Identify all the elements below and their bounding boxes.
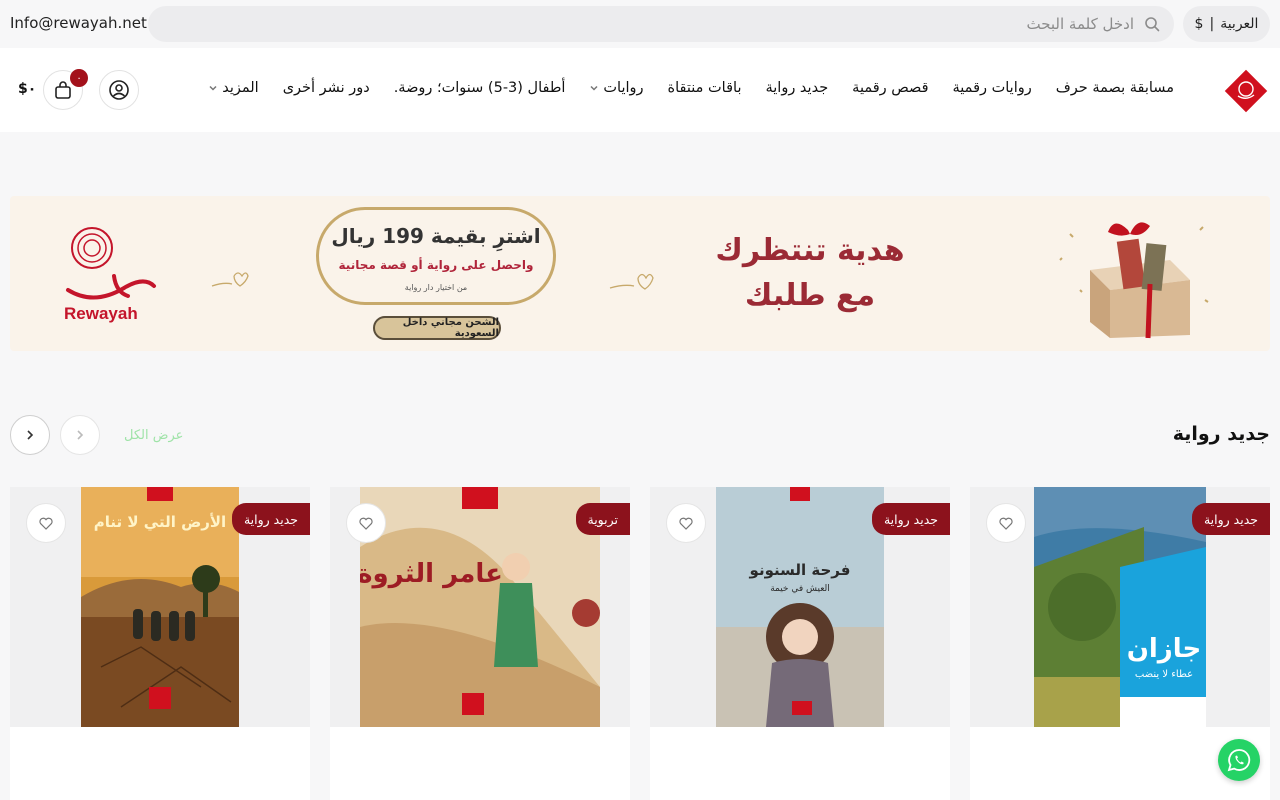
nav-item-bundles[interactable]: باقات منتقاة — [656, 80, 754, 96]
chevron-right-icon — [77, 430, 84, 440]
offer-line-3: من اختيار دار رواية — [404, 283, 468, 292]
separator: | — [1209, 16, 1215, 32]
svg-text:جازان: جازان — [1127, 634, 1202, 664]
top-bar: Info@rewayah.net ادخل كلمة البحث العربية… — [0, 0, 1280, 48]
whatsapp-chat-button[interactable] — [1218, 739, 1260, 781]
search-input[interactable]: ادخل كلمة البحث — [1026, 15, 1134, 33]
currency-label: $ — [1194, 16, 1204, 32]
product-info — [330, 727, 630, 800]
section-title: جديد رواية — [1172, 423, 1270, 445]
nav-item-new-rewayah[interactable]: جديد رواية — [753, 80, 840, 96]
chevron-down-icon — [590, 85, 598, 91]
nav-item-digital-stories[interactable]: قصص رقمية — [840, 80, 940, 96]
contact-email-link[interactable]: Info@rewayah.net — [10, 14, 147, 32]
carousel-next-button[interactable] — [10, 415, 50, 455]
carousel-prev-button[interactable] — [60, 415, 100, 455]
free-shipping-pill: الشحن مجاني داخل السعودية — [373, 316, 501, 340]
wishlist-button[interactable] — [26, 503, 66, 543]
heart-icon — [39, 517, 53, 530]
gift-box-illustration — [1059, 222, 1209, 339]
nav-item-kids[interactable]: أطفال (3-5) سنوات؛ روضة. — [382, 80, 578, 96]
nav-menu: مسابقة بصمة حرف روايات رقمية قصص رقمية ج… — [196, 80, 1186, 96]
cart-total: $٠ — [18, 81, 37, 97]
whatsapp-icon — [1227, 749, 1251, 772]
svg-text:عامر الثروة: عامر الثروة — [360, 559, 503, 589]
promo-banner[interactable]: Rewayah اشترِ بقيمة 199 ريال واحصل على ر… — [10, 196, 1270, 351]
rewayah-logo[interactable] — [1221, 66, 1271, 116]
product-card[interactable]: الأرض التي لا تنام جديد رواية — [10, 487, 310, 800]
offer-line-1: اشترِ بقيمة 199 ريال — [331, 224, 541, 248]
heart-icon — [999, 517, 1013, 530]
heart-icon — [679, 517, 693, 530]
product-card[interactable]: عامر الثروة تربوية — [330, 487, 630, 800]
shopping-bag-icon — [55, 81, 71, 99]
svg-text:عطاء لا ينضب: عطاء لا ينضب — [1135, 669, 1193, 680]
book-cover-jazan: جازان عطاء لا ينضب — [1034, 487, 1206, 727]
wishlist-button[interactable] — [986, 503, 1026, 543]
cart-count-badge: ٠ — [70, 69, 88, 87]
svg-text:الأرض التي لا تنام: الأرض التي لا تنام — [94, 513, 226, 531]
search-icon[interactable] — [1144, 16, 1160, 32]
language-currency-selector[interactable]: العربية | $ — [1183, 6, 1270, 42]
gift-headline: هدية تنتظرك مع طلبك — [715, 233, 905, 313]
product-card[interactable]: فرحة السنونو العيش في خيمة جديد رواية — [650, 487, 950, 800]
book-cover-amer: عامر الثروة — [360, 487, 600, 727]
view-all-link[interactable]: عرض الكل — [124, 428, 183, 443]
book-cover-swallow: فرحة السنونو العيش في خيمة — [716, 487, 884, 727]
wishlist-button[interactable] — [666, 503, 706, 543]
language-label: العربية — [1220, 16, 1259, 32]
heart-icon — [359, 517, 373, 530]
product-tag: تربوية — [575, 503, 630, 535]
product-info — [650, 727, 950, 800]
product-tag: جديد رواية — [231, 503, 310, 535]
offer-line-2: واحصل على رواية أو قصة مجانية — [338, 258, 534, 272]
offer-oval: اشترِ بقيمة 199 ريال واحصل على رواية أو … — [316, 207, 556, 305]
heart-doodle-icon — [609, 273, 654, 290]
user-icon — [109, 80, 129, 100]
nav-item-competition[interactable]: مسابقة بصمة حرف — [1044, 80, 1186, 96]
product-info — [10, 727, 310, 800]
nav-item-digital-novels[interactable]: روايات رقمية — [941, 80, 1044, 96]
account-button[interactable] — [99, 70, 139, 110]
heart-doodle-icon — [211, 272, 249, 287]
nav-item-more[interactable]: المزيد — [196, 80, 270, 96]
chevron-right-icon — [27, 430, 34, 440]
product-tag: جديد رواية — [871, 503, 950, 535]
chevron-down-icon — [209, 85, 217, 91]
book-cover-sleepless-land: الأرض التي لا تنام — [81, 487, 239, 727]
nav-item-other-publishers[interactable]: دور نشر أخرى — [271, 80, 382, 96]
svg-text:فرحة السنونو: فرحة السنونو — [749, 561, 851, 579]
search-bar[interactable]: ادخل كلمة البحث — [148, 6, 1174, 42]
wishlist-button[interactable] — [346, 503, 386, 543]
banner-brand-name: Rewayah — [64, 304, 138, 323]
product-tag: جديد رواية — [1191, 503, 1270, 535]
nav-item-novels[interactable]: روايات — [577, 80, 655, 96]
svg-text:العيش في خيمة: العيش في خيمة — [770, 584, 830, 594]
